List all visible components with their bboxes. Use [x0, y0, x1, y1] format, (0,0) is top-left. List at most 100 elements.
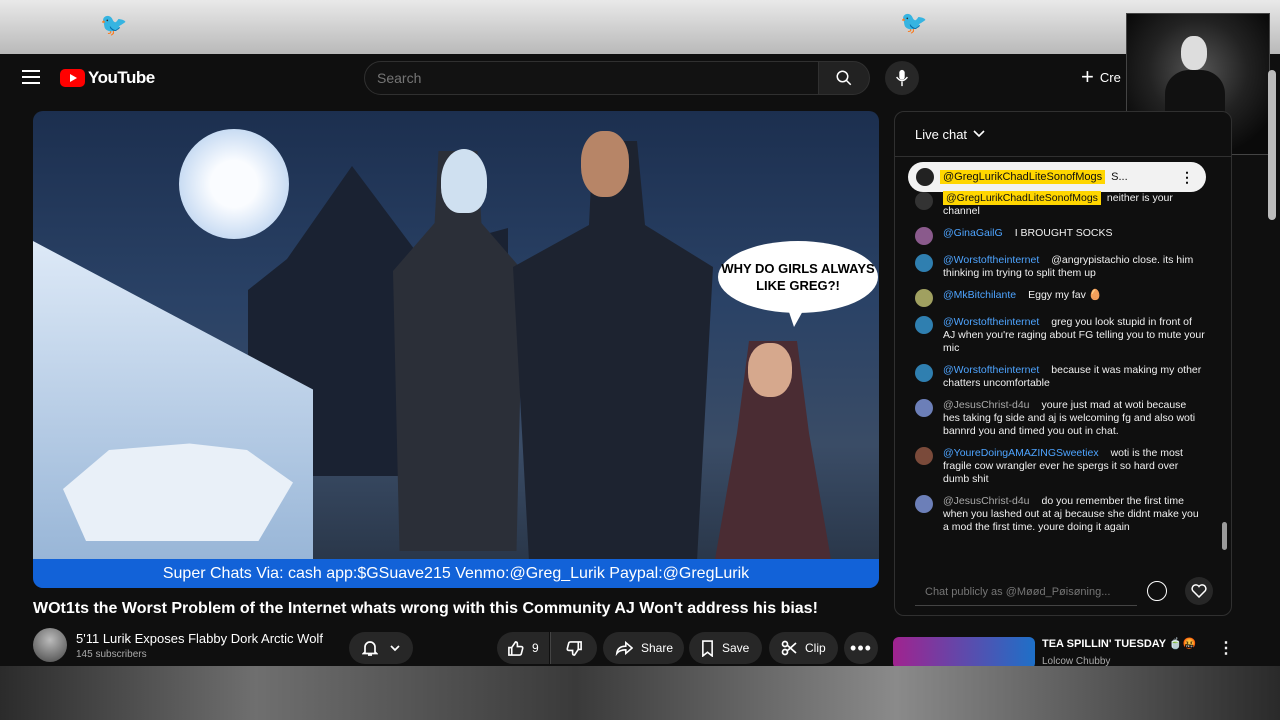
thumbs-up-icon [508, 640, 524, 656]
chat-message[interactable]: @GregLurikChadLiteSonofMogs neither is yo… [915, 191, 1205, 218]
bird-silhouette: 🐦 [900, 10, 928, 35]
subscriber-count: 145 subscribers [76, 649, 147, 660]
chat-mode-label: Live chat [915, 126, 968, 142]
chat-author[interactable]: @JesusChrist-d4u [943, 399, 1030, 411]
menu-icon[interactable] [22, 70, 40, 84]
chat-avatar[interactable] [915, 254, 933, 272]
chat-scrollbar[interactable] [1222, 522, 1227, 550]
pinned-author: @GregLurikChadLiteSonofMogs [940, 170, 1106, 184]
chat-message-body: @Worstoftheinternet because it was making… [943, 364, 1205, 390]
chat-message[interactable]: @Worstoftheinternet because it was making… [915, 364, 1205, 390]
chat-message[interactable]: @Worstoftheinternet @angrypistachio close… [915, 254, 1205, 280]
chat-author[interactable]: @Worstoftheinternet [943, 364, 1039, 376]
search-icon [836, 70, 852, 86]
save-button[interactable]: Save [689, 632, 762, 664]
chat-message-body: @GinaGailG I BROUGHT SOCKS [943, 227, 1113, 240]
chat-author[interactable]: @Worstoftheinternet [943, 254, 1039, 266]
pinned-avatar [916, 168, 934, 186]
search-input[interactable] [365, 62, 809, 94]
notification-bell-button[interactable] [349, 632, 413, 664]
plus-icon: + [1081, 64, 1094, 89]
live-chat-panel: Live chat @GregLurikChadLiteSonofMogs S.… [894, 111, 1232, 616]
chat-message[interactable]: @JesusChrist-d4u do you remember the firs… [915, 495, 1205, 534]
youtube-play-icon [60, 69, 85, 87]
create-button[interactable]: + Cre [1081, 64, 1121, 89]
woman-head-illustration [748, 343, 792, 397]
chat-message[interactable]: @YoureDoingAMAZINGSweetiex woti is the mo… [915, 447, 1205, 486]
youtube-logo[interactable]: YouTube [60, 68, 155, 88]
share-button[interactable]: Share [603, 632, 684, 664]
chat-input[interactable] [915, 579, 1137, 606]
chat-header[interactable]: Live chat [895, 112, 1231, 157]
save-label: Save [722, 641, 750, 655]
chat-avatar[interactable] [915, 316, 933, 334]
create-label: Cre [1099, 69, 1121, 85]
chat-message[interactable]: @MkBitchilante Eggy my fav 🥚 [915, 289, 1205, 307]
like-button[interactable]: 9 [497, 632, 549, 664]
chat-avatar[interactable] [915, 495, 933, 513]
voice-search-button[interactable] [885, 61, 919, 95]
video-player[interactable]: WHY DO GIRLS ALWAYS LIKE GREG?! Super Ch… [33, 111, 879, 588]
recommendation-title[interactable]: TEA SPILLIN' TUESDAY 🍵🤬 [1042, 637, 1196, 650]
man-head-illustration [581, 131, 629, 197]
page-scrollbar[interactable] [1268, 70, 1276, 220]
microphone-icon [896, 69, 908, 87]
more-vertical-icon[interactable]: ⋮ [1180, 169, 1194, 186]
chat-message-body: @GregLurikChadLiteSonofMogs neither is yo… [943, 191, 1205, 218]
search-button[interactable] [818, 61, 870, 95]
chat-message[interactable]: @Worstoftheinternet greg you look stupid … [915, 316, 1205, 355]
bird-silhouette: 🐦 [100, 12, 128, 37]
chat-author[interactable]: @MkBitchilante [943, 289, 1016, 301]
pinned-text: S... [1111, 171, 1128, 183]
chat-author[interactable]: @GregLurikChadLiteSonofMogs [943, 191, 1101, 205]
chat-avatar[interactable] [915, 447, 933, 465]
clip-button[interactable]: Clip [769, 632, 838, 664]
recommendation-thumbnail[interactable] [893, 637, 1035, 669]
chevron-down-icon [973, 130, 985, 138]
speech-bubble: WHY DO GIRLS ALWAYS LIKE GREG?! [718, 241, 878, 327]
bell-icon [362, 641, 378, 656]
bookmark-icon [702, 639, 713, 657]
chat-avatar[interactable] [915, 192, 933, 210]
chat-message-list: @GregLurikChadLiteSonofMogs neither is yo… [915, 191, 1205, 543]
more-actions-button[interactable]: ••• [844, 632, 878, 664]
search-box [364, 61, 820, 95]
more-vertical-icon[interactable]: ⋮ [1218, 638, 1234, 658]
desktop-background-top: 🐦 🐦 [0, 0, 1280, 54]
clip-label: Clip [805, 641, 826, 655]
chat-author[interactable]: @GinaGailG [943, 227, 1003, 239]
dislike-button[interactable] [550, 632, 597, 664]
desktop-background-bottom [0, 666, 1280, 720]
share-label: Share [641, 641, 674, 655]
chat-message[interactable]: @JesusChrist-d4u youre just mad at woti b… [915, 399, 1205, 438]
chat-avatar[interactable] [915, 289, 933, 307]
chat-text: I BROUGHT SOCKS [1014, 227, 1113, 239]
chat-message-body: @JesusChrist-d4u youre just mad at woti b… [943, 399, 1205, 438]
chat-avatar[interactable] [915, 227, 933, 245]
chat-author[interactable]: @Worstoftheinternet [943, 316, 1039, 328]
ghost-head-illustration [441, 149, 487, 213]
chat-message-body: @MkBitchilante Eggy my fav 🥚 [943, 289, 1102, 302]
chat-author[interactable]: @YoureDoingAMAZINGSweetiex [943, 447, 1099, 459]
chat-message-body: @Worstoftheinternet @angrypistachio close… [943, 254, 1205, 280]
chat-text: Eggy my fav 🥚 [1028, 289, 1102, 301]
emoji-icon[interactable] [1147, 581, 1167, 601]
video-title: WOt1ts the Worst Problem of the Internet… [33, 600, 818, 617]
like-count: 9 [532, 641, 539, 655]
chat-message-body: @Worstoftheinternet greg you look stupid … [943, 316, 1205, 355]
bearded-man-illustration [513, 141, 713, 561]
thumbs-down-icon [565, 640, 582, 656]
super-chat-banner: Super Chats Via: cash app:$GSuave215 Ven… [33, 559, 879, 588]
channel-avatar[interactable] [33, 628, 67, 662]
channel-name[interactable]: 5'11 Lurik Exposes Flabby Dork Arctic Wo… [76, 631, 323, 646]
chat-avatar[interactable] [915, 399, 933, 417]
chat-author[interactable]: @JesusChrist-d4u [943, 495, 1030, 507]
pinned-message[interactable]: @GregLurikChadLiteSonofMogs S... ⋮ [908, 162, 1206, 192]
chat-message[interactable]: @GinaGailG I BROUGHT SOCKS [915, 227, 1205, 245]
chat-message-body: @JesusChrist-d4u do you remember the firs… [943, 495, 1205, 534]
chat-avatar[interactable] [915, 364, 933, 382]
heart-icon [1191, 584, 1207, 598]
heart-button[interactable] [1185, 577, 1213, 605]
logo-text: YouTube [88, 68, 155, 87]
more-horizontal-icon: ••• [850, 637, 872, 658]
